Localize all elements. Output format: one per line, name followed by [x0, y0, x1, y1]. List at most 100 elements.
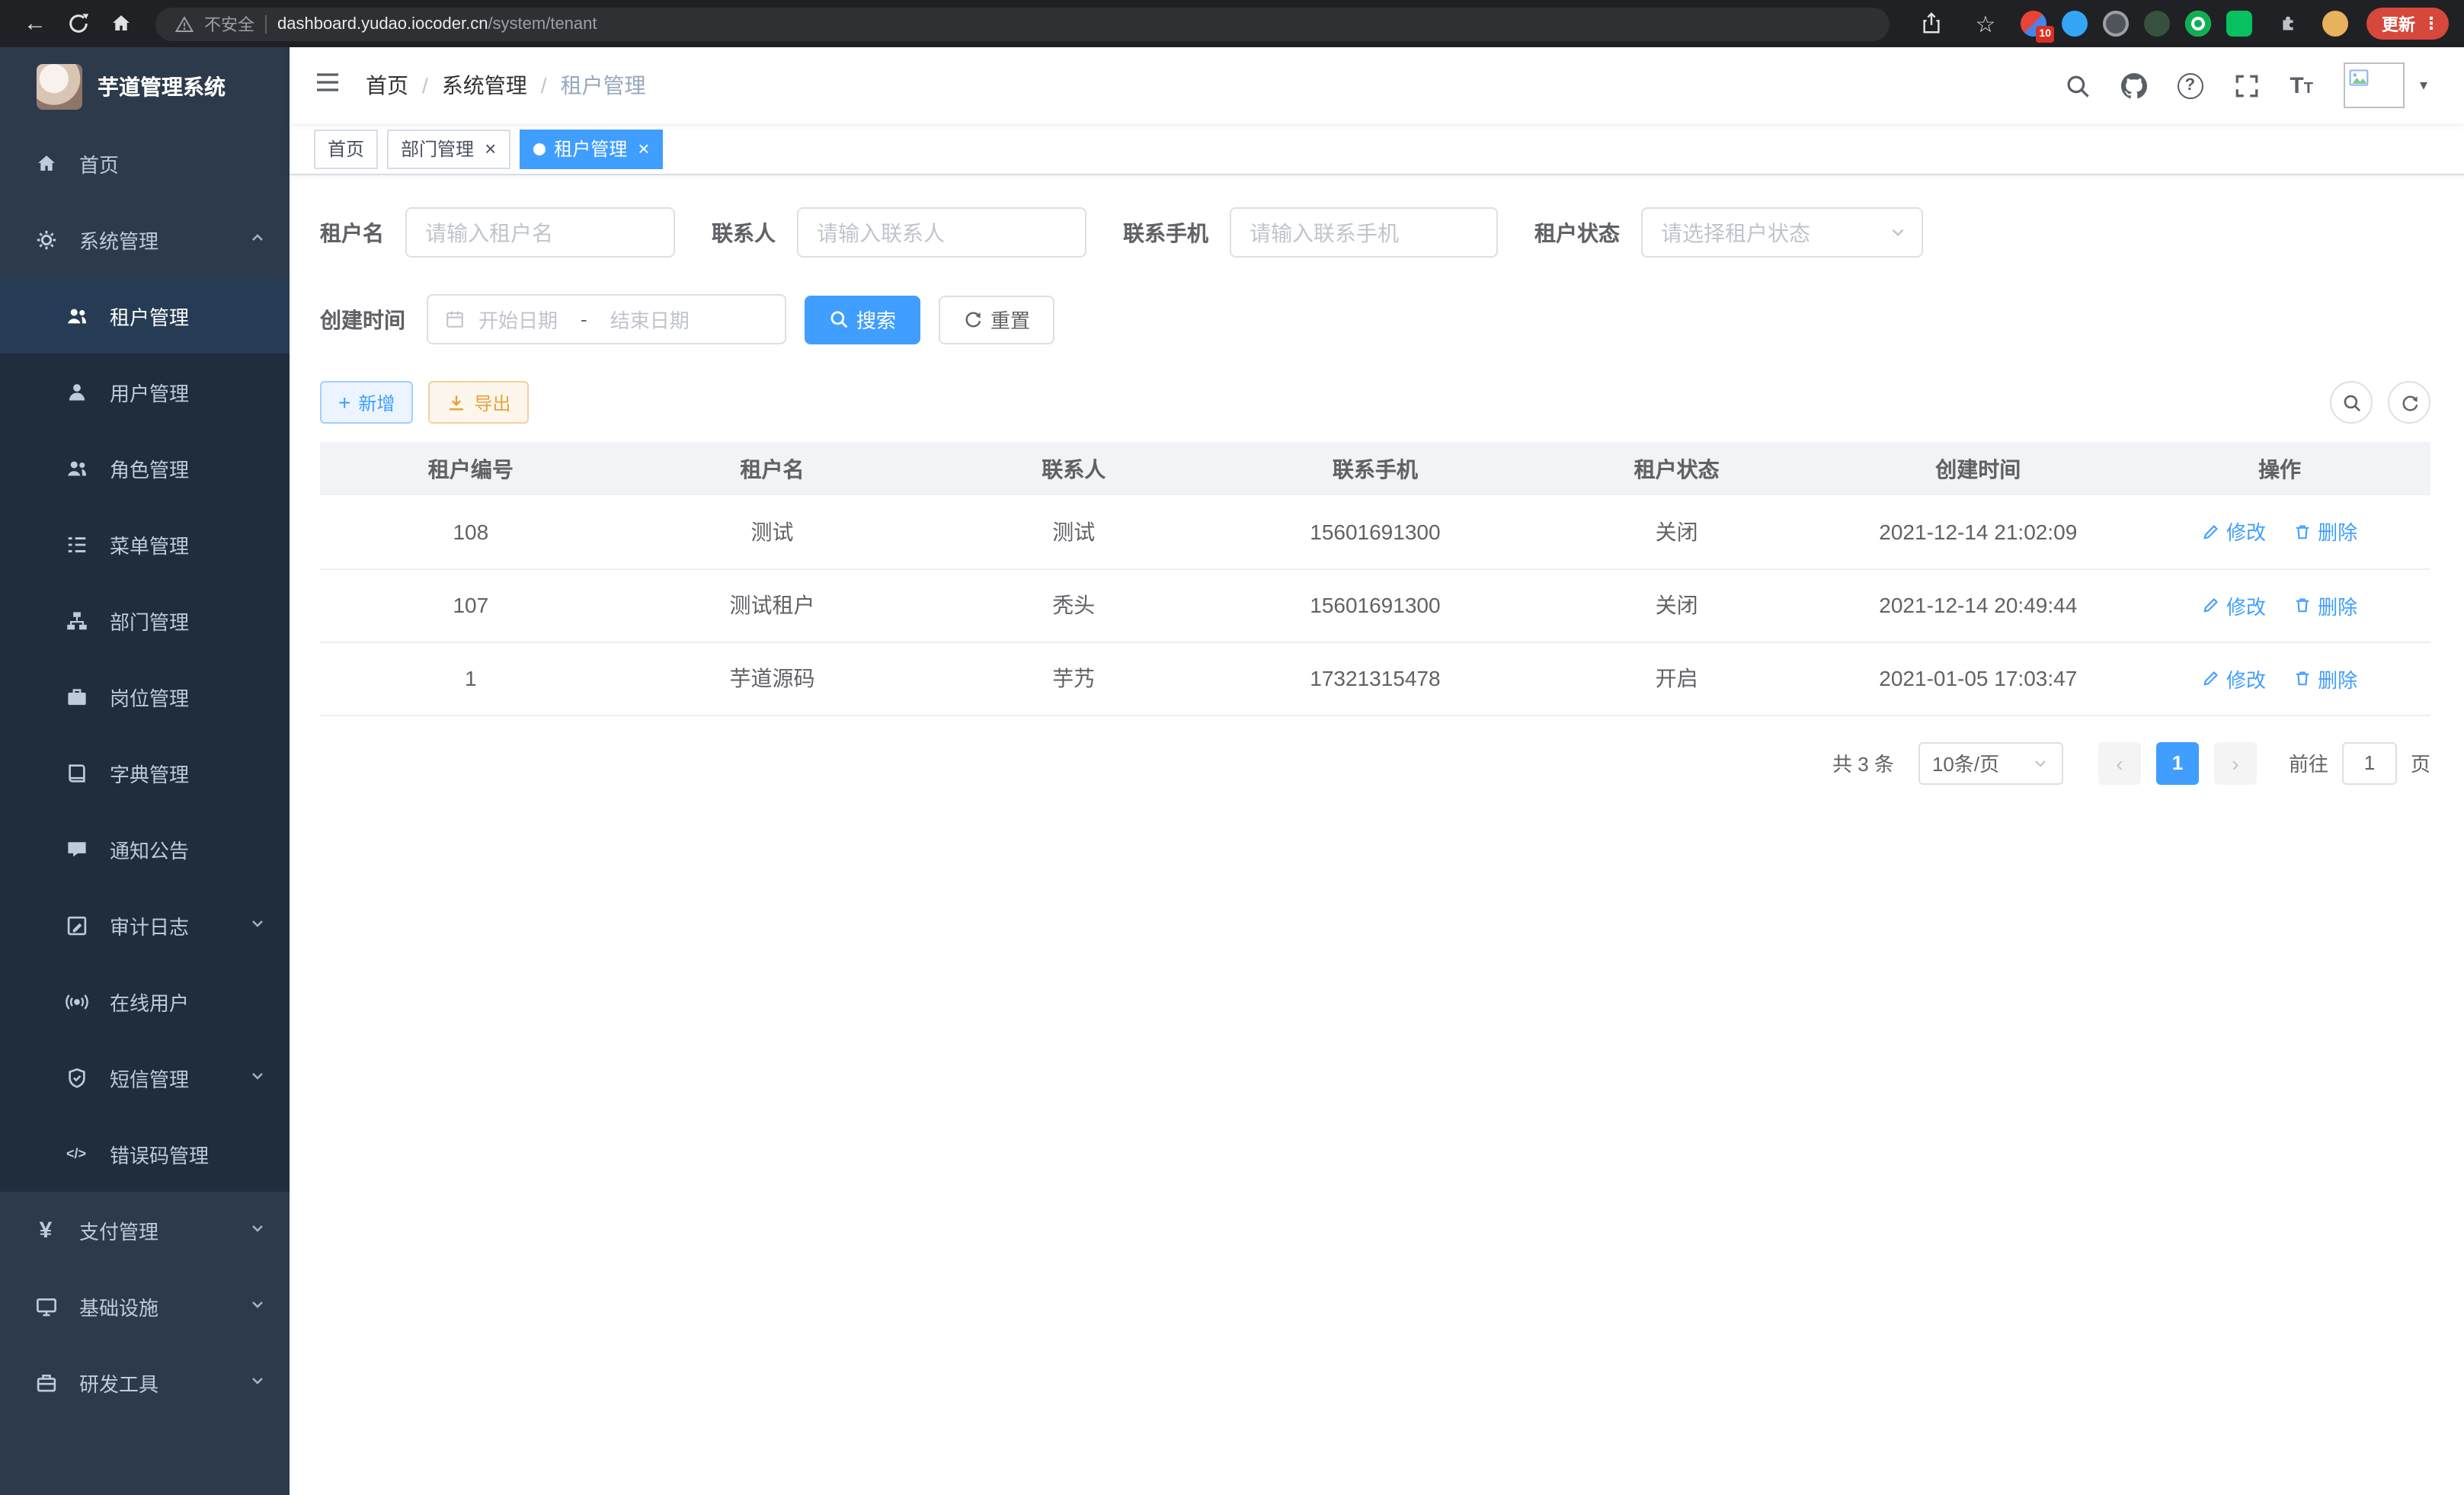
sidebar-item-system[interactable]: 系统管理 — [0, 201, 290, 277]
chevron-down-icon — [1888, 222, 1908, 242]
breadcrumb-home[interactable]: 首页 — [366, 70, 408, 101]
tab-tenant[interactable]: 租户管理 × — [519, 129, 663, 168]
sidebar-item-role[interactable]: 角色管理 — [0, 430, 290, 506]
table-toolbar: + 新增 导出 — [320, 381, 2430, 424]
tab-home[interactable]: 首页 — [314, 129, 378, 168]
delete-link[interactable]: 删除 — [2293, 517, 2357, 546]
sidebar-item-errorcode[interactable]: </> 错误码管理 — [0, 1116, 290, 1192]
fullscreen-button[interactable] — [2233, 72, 2259, 98]
edit-link[interactable]: 修改 — [2202, 591, 2266, 619]
extension-icon-1[interactable]: 10 — [2021, 11, 2046, 37]
extension-icon-4[interactable] — [2144, 11, 2170, 37]
refresh-table-button[interactable] — [2388, 381, 2430, 424]
phone-input[interactable] — [1230, 207, 1498, 258]
col-created: 创建时间 — [1827, 442, 2129, 495]
code-icon: </> — [64, 1141, 88, 1166]
extension-icon-5[interactable] — [2185, 11, 2211, 37]
cell-name: 测试租户 — [622, 568, 923, 642]
sidebar-item-devtool[interactable]: 研发工具 — [0, 1344, 290, 1420]
sidebar-item-label: 菜单管理 — [110, 530, 189, 559]
sidebar-item-post[interactable]: 岗位管理 — [0, 658, 290, 735]
sidebar-item-label: 短信管理 — [110, 1063, 189, 1092]
sidebar-item-label: 首页 — [79, 149, 119, 178]
search-button[interactable]: 搜索 — [805, 295, 920, 344]
active-tab-dot — [533, 142, 545, 155]
page-size-select[interactable]: 10条/页 — [1918, 741, 2063, 784]
status-label: 租户状态 — [1534, 217, 1620, 248]
sidebar-item-home[interactable]: 首页 — [0, 125, 290, 201]
profile-avatar-icon[interactable] — [2322, 11, 2348, 37]
sidebar-item-infra[interactable]: 基础设施 — [0, 1268, 290, 1344]
sidebar: 芋道管理系统 首页 系统管理 租户管理 — [0, 47, 290, 1495]
reset-button[interactable]: 重置 — [939, 295, 1054, 344]
sidebar-item-user[interactable]: 用户管理 — [0, 354, 290, 430]
sidebar-item-notice[interactable]: 通知公告 — [0, 811, 290, 887]
tab-dept[interactable]: 部门管理 × — [387, 129, 510, 168]
sidebar-item-dept[interactable]: 部门管理 — [0, 582, 290, 658]
avatar-caret-icon[interactable]: ▾ — [2420, 77, 2427, 94]
sidebar-collapse-button[interactable] — [314, 68, 341, 103]
browser-home-button[interactable] — [101, 5, 140, 42]
sidebar-menu: 首页 系统管理 租户管理 用户管理 — [0, 125, 290, 1495]
prev-page-button[interactable]: ‹ — [2098, 741, 2141, 784]
close-icon[interactable]: × — [638, 139, 649, 158]
sidebar-item-auditlog[interactable]: 审计日志 — [0, 887, 290, 963]
search-button-label: 搜索 — [856, 305, 896, 334]
url-text: dashboard.yudao.iocoder.cn/system/tenant — [277, 14, 597, 33]
close-icon[interactable]: × — [485, 139, 496, 158]
sidebar-item-sms[interactable]: 短信管理 — [0, 1039, 290, 1116]
next-page-button[interactable]: › — [2214, 741, 2257, 784]
gear-icon — [34, 227, 58, 251]
edit-link[interactable]: 修改 — [2202, 664, 2266, 693]
screen: ← 不安全 dashboard.yudao.iocoder.cn/system/… — [0, 0, 2464, 1495]
browser-back-button[interactable]: ← — [15, 5, 55, 42]
status-select[interactable]: 请选择租户状态 — [1641, 207, 1923, 258]
tenant-name-input[interactable] — [405, 207, 675, 258]
font-size-button[interactable]: TT — [2290, 72, 2313, 98]
share-button[interactable] — [1911, 5, 1950, 42]
goto-page-input[interactable] — [2342, 741, 2397, 784]
sidebar-item-label: 基础设施 — [79, 1292, 158, 1321]
tags-view: 首页 部门管理 × 租户管理 × — [290, 123, 2464, 175]
contact-input[interactable] — [797, 207, 1086, 258]
update-label: 更新 — [2382, 11, 2415, 36]
date-range-picker[interactable]: 开始日期 - 结束日期 — [427, 294, 786, 344]
browser-refresh-button[interactable] — [58, 5, 98, 42]
col-contact: 联系人 — [923, 442, 1224, 495]
extension-icon-6[interactable] — [2226, 11, 2252, 37]
table-body: 108 测试 测试 15601691300 关闭 2021-12-14 21:0… — [320, 495, 2430, 715]
delete-link[interactable]: 删除 — [2293, 591, 2357, 619]
sidebar-item-dict[interactable]: 字典管理 — [0, 735, 290, 811]
extensions-puzzle-button[interactable] — [2267, 5, 2307, 42]
browser-update-button[interactable]: 更新 ⋮ — [2366, 8, 2449, 40]
header-search-button[interactable] — [2064, 72, 2090, 98]
add-button[interactable]: + 新增 — [320, 381, 413, 424]
pagination-goto: 前往 页 — [2289, 741, 2430, 784]
create-time-label: 创建时间 — [320, 304, 405, 335]
phone-label: 联系手机 — [1123, 217, 1208, 248]
cell-created: 2021-12-14 21:02:09 — [1827, 495, 2129, 568]
address-bar[interactable]: 不安全 dashboard.yudao.iocoder.cn/system/te… — [155, 7, 1890, 40]
sidebar-item-payment[interactable]: ¥ 支付管理 — [0, 1192, 290, 1268]
extension-icon-3[interactable] — [2103, 11, 2129, 37]
page-number-1[interactable]: 1 — [2156, 741, 2199, 784]
sidebar-item-online[interactable]: 在线用户 — [0, 963, 290, 1039]
edit-link[interactable]: 修改 — [2202, 517, 2266, 546]
sidebar-item-menu[interactable]: 菜单管理 — [0, 506, 290, 582]
bookmark-star-button[interactable]: ☆ — [1966, 5, 2005, 42]
help-button[interactable]: ? — [2177, 72, 2203, 98]
calendar-icon — [445, 309, 465, 329]
breadcrumb-system[interactable]: 系统管理 — [442, 70, 527, 101]
github-link[interactable] — [2120, 72, 2146, 98]
export-button[interactable]: 导出 — [428, 381, 529, 424]
browser-menu-icon[interactable]: ⋮ — [2423, 14, 2440, 34]
extension-icon-2[interactable] — [2062, 11, 2088, 37]
sidebar-logo[interactable]: 芋道管理系统 — [0, 47, 290, 125]
user-avatar[interactable] — [2344, 62, 2405, 108]
book-icon — [64, 760, 88, 785]
sidebar-item-tenant[interactable]: 租户管理 — [0, 277, 290, 354]
delete-link[interactable]: 删除 — [2293, 664, 2357, 693]
toggle-search-button[interactable] — [2330, 381, 2373, 424]
chevron-down-icon — [248, 1295, 267, 1317]
edit-icon — [2202, 523, 2220, 541]
